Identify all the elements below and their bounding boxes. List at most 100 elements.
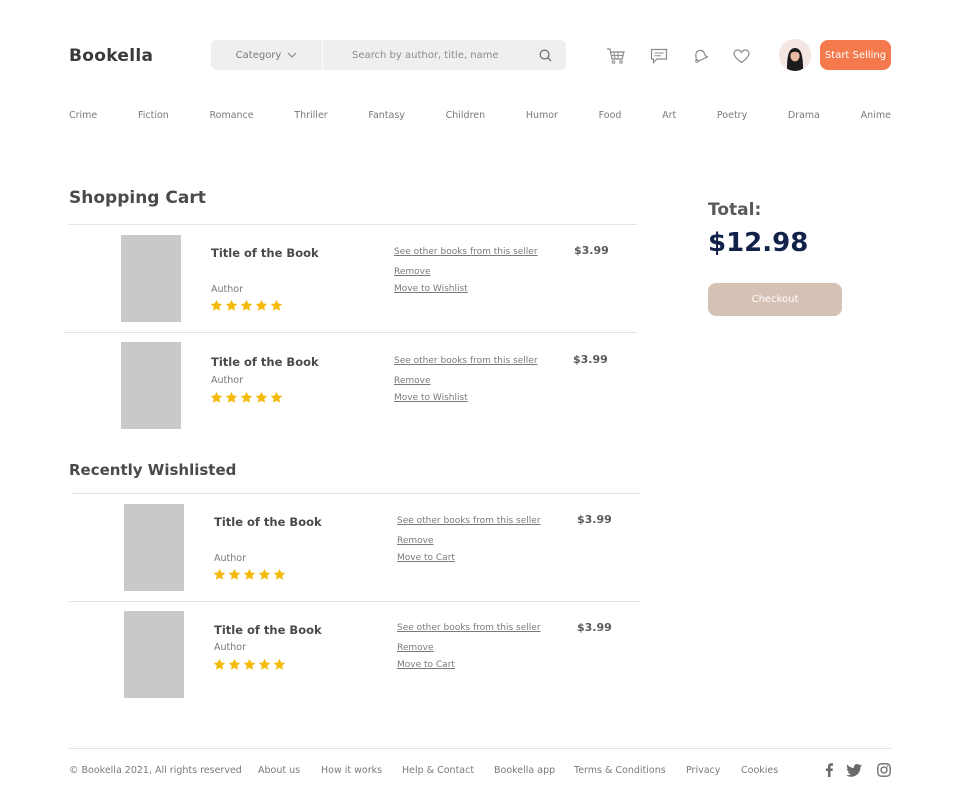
category-thriller[interactable]: Thriller	[294, 110, 327, 121]
star-icon	[210, 391, 223, 403]
see-seller-books-link[interactable]: See other books from this seller	[394, 356, 538, 366]
category-dropdown[interactable]: Category	[211, 40, 323, 70]
total-label: Total:	[708, 200, 762, 220]
category-food[interactable]: Food	[599, 110, 622, 121]
star-icon	[228, 658, 241, 670]
book-title[interactable]: Title of the Book	[211, 355, 319, 369]
message-icon	[650, 48, 668, 64]
category-children[interactable]: Children	[446, 110, 486, 121]
star-icon	[258, 568, 271, 580]
star-icon	[273, 658, 286, 670]
notifications-button[interactable]	[689, 45, 711, 67]
divider	[69, 224, 637, 225]
facebook-icon	[826, 763, 833, 777]
remove-link[interactable]: Remove	[394, 267, 431, 277]
recently-wishlisted-title: Recently Wishlisted	[69, 461, 237, 479]
cart-icon	[607, 48, 625, 64]
category-humor[interactable]: Humor	[526, 110, 558, 121]
see-seller-books-link[interactable]: See other books from this seller	[394, 247, 538, 257]
category-poetry[interactable]: Poetry	[717, 110, 747, 121]
category-fantasy[interactable]: Fantasy	[368, 110, 405, 121]
cart-button[interactable]	[605, 45, 627, 67]
star-icon	[270, 391, 283, 403]
messages-button[interactable]	[648, 45, 670, 67]
bell-icon	[695, 49, 708, 63]
star-icon	[225, 391, 238, 403]
category-crime[interactable]: Crime	[69, 110, 97, 121]
book-title[interactable]: Title of the Book	[214, 515, 322, 529]
avatar[interactable]	[779, 39, 811, 71]
twitter-icon	[846, 763, 862, 777]
checkout-button[interactable]: Checkout	[708, 283, 842, 316]
book-title[interactable]: Title of the Book	[211, 246, 319, 260]
brand-logo[interactable]: Bookella	[69, 46, 153, 66]
instagram-link[interactable]	[876, 762, 892, 778]
instagram-icon	[877, 763, 891, 777]
star-icon	[210, 299, 223, 311]
star-icon	[228, 568, 241, 580]
divider	[64, 332, 637, 333]
move-to-cart-link[interactable]: Move to Cart	[397, 660, 455, 670]
book-author: Author	[211, 284, 243, 295]
book-cover[interactable]	[124, 504, 184, 591]
search-bar: Category	[211, 40, 566, 70]
footer-help-link[interactable]: Help & Contact	[402, 765, 474, 776]
category-romance[interactable]: Romance	[209, 110, 253, 121]
star-rating	[213, 658, 286, 671]
move-to-wishlist-link[interactable]: Move to Wishlist	[394, 393, 468, 403]
star-icon	[213, 568, 226, 580]
star-rating	[210, 299, 283, 312]
star-icon	[258, 658, 271, 670]
book-author: Author	[214, 642, 246, 653]
star-icon	[243, 658, 256, 670]
book-price: $3.99	[577, 621, 612, 634]
footer-divider	[69, 748, 891, 749]
category-nav: Crime Fiction Romance Thriller Fantasy C…	[69, 110, 891, 121]
book-cover[interactable]	[124, 611, 184, 698]
star-icon	[225, 299, 238, 311]
book-title[interactable]: Title of the Book	[214, 623, 322, 637]
footer-cookies-link[interactable]: Cookies	[741, 765, 778, 776]
star-icon	[213, 658, 226, 670]
star-icon	[255, 391, 268, 403]
remove-link[interactable]: Remove	[397, 536, 434, 546]
twitter-link[interactable]	[846, 762, 862, 778]
total-value: $12.98	[708, 228, 809, 258]
star-icon	[270, 299, 283, 311]
remove-link[interactable]: Remove	[397, 643, 434, 653]
facebook-link[interactable]	[821, 762, 837, 778]
star-icon	[240, 299, 253, 311]
see-seller-books-link[interactable]: See other books from this seller	[397, 623, 541, 633]
star-icon	[243, 568, 256, 580]
shopping-cart-title: Shopping Cart	[69, 188, 206, 208]
category-art[interactable]: Art	[662, 110, 676, 121]
remove-link[interactable]: Remove	[394, 376, 431, 386]
footer-how-it-works-link[interactable]: How it works	[321, 765, 382, 776]
footer-terms-link[interactable]: Terms & Conditions	[574, 765, 666, 776]
footer-about-link[interactable]: About us	[258, 765, 300, 776]
search-input[interactable]	[323, 40, 530, 70]
footer-privacy-link[interactable]: Privacy	[686, 765, 720, 776]
move-to-cart-link[interactable]: Move to Cart	[397, 553, 455, 563]
book-price: $3.99	[573, 353, 608, 366]
move-to-wishlist-link[interactable]: Move to Wishlist	[394, 284, 468, 294]
category-label: Category	[235, 49, 282, 61]
divider	[71, 493, 640, 494]
see-seller-books-link[interactable]: See other books from this seller	[397, 516, 541, 526]
star-icon	[255, 299, 268, 311]
book-cover[interactable]	[121, 235, 181, 322]
copyright-text: © Bookella 2021, All rights reserved	[69, 765, 242, 776]
book-price: $3.99	[577, 513, 612, 526]
category-drama[interactable]: Drama	[788, 110, 820, 121]
book-author: Author	[214, 553, 246, 564]
footer-app-link[interactable]: Bookella app	[494, 765, 555, 776]
chevron-down-icon	[287, 52, 297, 58]
start-selling-button[interactable]: Start Selling	[820, 40, 891, 70]
category-fiction[interactable]: Fiction	[138, 110, 169, 121]
book-author: Author	[211, 375, 243, 386]
user-avatar-image	[779, 39, 811, 71]
wishlist-button[interactable]	[730, 45, 752, 67]
category-anime[interactable]: Anime	[861, 110, 891, 121]
book-cover[interactable]	[121, 342, 181, 429]
search-button[interactable]	[530, 40, 560, 70]
